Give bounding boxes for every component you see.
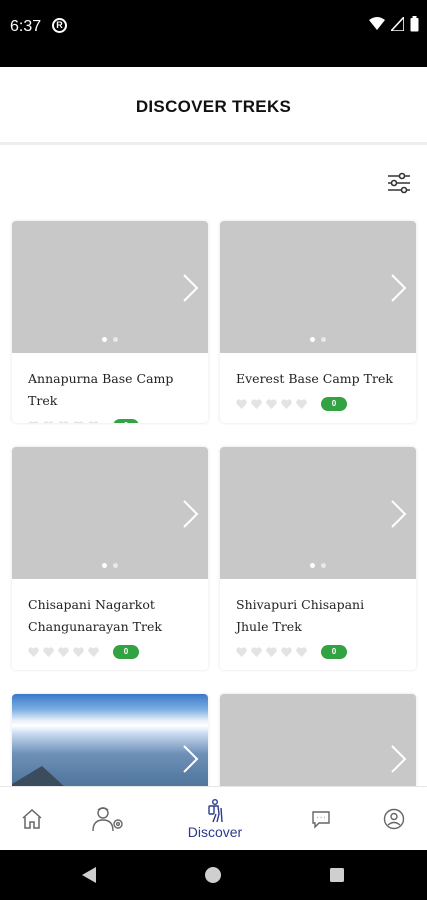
hiker-icon [208,798,223,822]
rating-count-badge: 0 [321,397,347,411]
trek-image-carousel[interactable] [220,447,416,579]
trek-title: Annapurna Base Camp Trek [28,371,174,408]
heart-icon [251,399,262,409]
heart-icon [281,399,292,409]
carousel-dot [102,563,107,568]
chevron-right-icon[interactable] [180,273,200,303]
heart-icon [28,421,39,423]
rating-row: 0 [236,397,400,411]
carousel-dot [113,337,118,342]
system-navigation-bar [0,850,427,900]
carousel-dot [321,563,326,568]
carousel-dot [321,337,326,342]
heart-icon [28,647,39,657]
trek-title: Shivapuri Chisapani Jhule Trek [236,597,365,634]
carousel-dot [113,563,118,568]
rating-row: 0 [236,645,400,659]
heart-icon [88,647,99,657]
heart-icon [43,647,54,657]
status-time: 6:37 [10,18,42,35]
sliders-icon [388,172,410,194]
nav-home[interactable] [18,787,46,851]
nav-profile[interactable] [381,787,407,851]
home-circle-icon [205,867,221,883]
chevron-right-icon[interactable] [388,499,408,529]
trek-card[interactable]: Annapurna Base Camp Trek 0 [12,221,208,423]
nav-guides[interactable] [90,787,126,851]
system-recents-button[interactable] [322,850,352,900]
trek-image-carousel[interactable] [220,221,416,353]
carousel-dot [310,563,315,568]
nav-messages[interactable] [309,787,333,851]
rating-row: 0 [28,419,192,423]
trek-card[interactable]: Shivapuri Chisapani Jhule Trek 0 [220,447,416,670]
guide-settings-icon [92,807,123,832]
carousel-dots [220,337,416,342]
bottom-navigation: Discover [0,786,427,850]
heart-icon [73,647,84,657]
trek-image-carousel[interactable] [220,694,416,786]
chevron-right-icon[interactable] [388,273,408,303]
chat-icon [312,811,330,829]
trek-title: Chisapani Nagarkot Changunarayan Trek [28,597,162,634]
carousel-dots [220,563,416,568]
status-bar: 6:37 R [0,0,427,67]
chevron-right-icon[interactable] [388,744,408,774]
app-notification-icon: R [52,18,67,33]
mountain-photo [12,766,132,786]
recents-square-icon [330,868,344,882]
carousel-dots [12,337,208,342]
heart-icon [88,421,99,423]
rating-count-badge: 0 [321,645,347,659]
carousel-dot [102,337,107,342]
system-back-button[interactable] [74,850,104,900]
trek-card[interactable] [12,694,208,786]
trek-card[interactable]: Everest Base Camp Trek 0 [220,221,416,423]
rating-count-badge: 0 [113,645,139,659]
page-title: DISCOVER TREKS [135,97,292,116]
heart-icon [58,421,69,423]
heart-icon [236,399,247,409]
heart-icon [73,421,84,423]
heart-icon [43,421,54,423]
back-triangle-icon [82,867,96,883]
status-icons [369,16,419,32]
rating-row: 0 [28,645,192,659]
heart-icon [296,647,307,657]
chevron-right-icon[interactable] [180,744,200,774]
app-header: DISCOVER TREKS [0,67,427,145]
nav-discover[interactable]: Discover [180,787,250,851]
trek-title: Everest Base Camp Trek [236,371,393,386]
profile-icon [383,808,405,830]
trek-image-carousel[interactable] [12,221,208,353]
carousel-dot [310,337,315,342]
chevron-right-icon[interactable] [180,499,200,529]
heart-icon [296,399,307,409]
signal-icon [391,17,404,31]
heart-icon [281,647,292,657]
nav-discover-label: Discover [187,823,243,840]
heart-icon [251,647,262,657]
battery-icon [410,16,419,32]
heart-icon [236,647,247,657]
heart-icon [266,399,277,409]
heart-icon [58,647,69,657]
trek-image-carousel[interactable] [12,694,208,786]
trek-card[interactable]: Chisapani Nagarkot Changunarayan Trek 0 [12,447,208,670]
rating-count-badge: 0 [113,419,139,423]
home-icon [22,808,42,829]
heart-icon [266,647,277,657]
trek-card[interactable] [220,694,416,786]
trek-image-carousel[interactable] [12,447,208,579]
wifi-icon [369,17,385,30]
carousel-dots [12,563,208,568]
system-home-button[interactable] [198,850,228,900]
filter-button[interactable] [386,170,412,196]
